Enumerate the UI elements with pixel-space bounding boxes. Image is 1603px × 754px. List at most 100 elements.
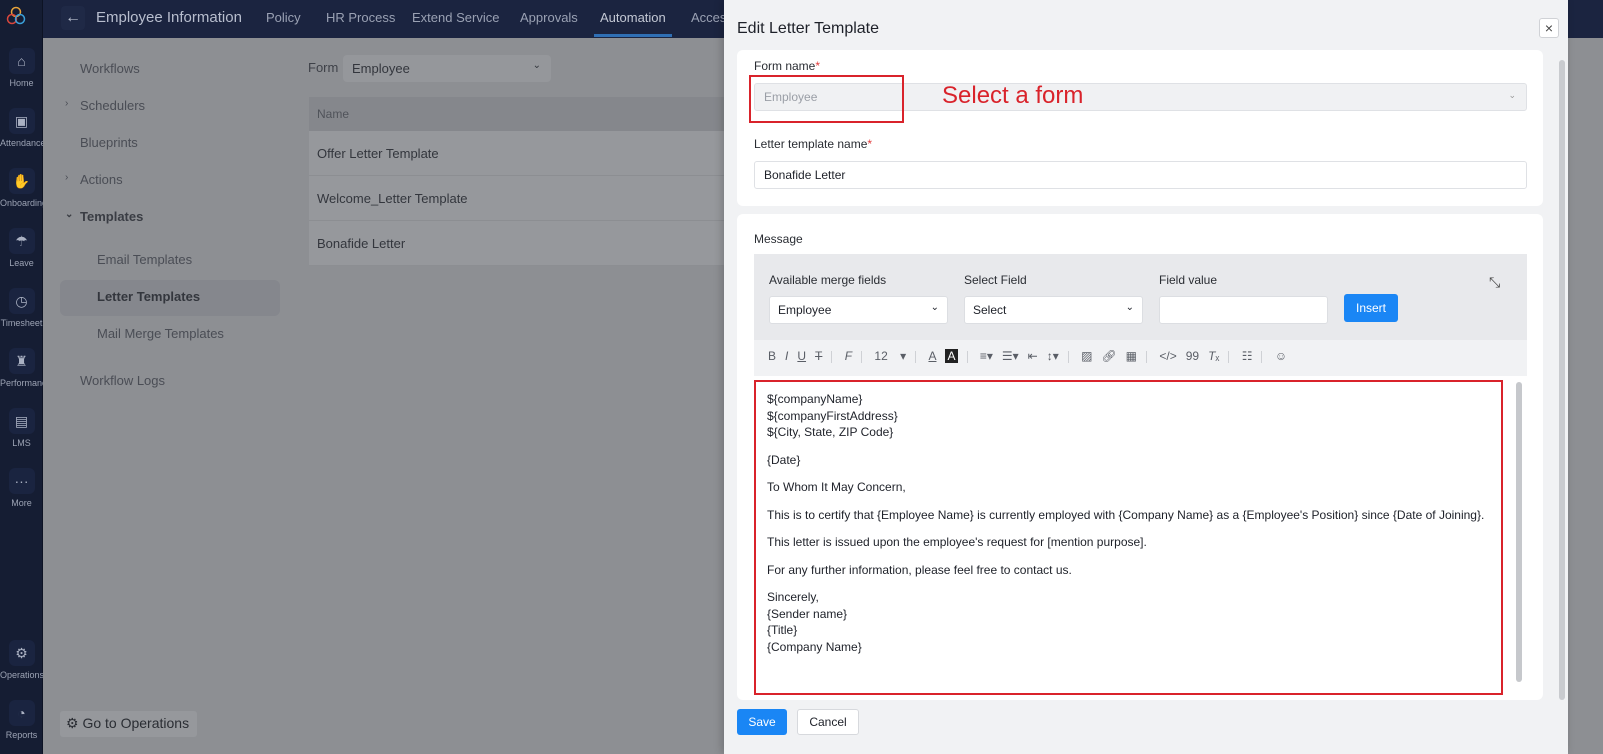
image-icon[interactable]: ▨ xyxy=(1081,349,1092,363)
go-to-operations-label: Go to Operations xyxy=(82,715,190,731)
tab-automation[interactable]: Automation xyxy=(600,10,666,25)
insert-button[interactable]: Insert xyxy=(1344,294,1398,322)
list-item[interactable]: Offer Letter Template xyxy=(309,131,729,176)
divider xyxy=(1146,350,1148,363)
select-field-select[interactable]: Select ⌄ xyxy=(964,296,1143,324)
quote-icon[interactable]: 99 xyxy=(1186,349,1199,363)
required-marker: * xyxy=(815,59,821,73)
rail-item-operations[interactable]: ⚙ Operations xyxy=(0,640,43,680)
rail-item-leave[interactable]: ☂ Leave xyxy=(0,228,43,268)
save-button[interactable]: Save xyxy=(737,709,787,735)
rail-item-onboarding[interactable]: ✋ Onboarding xyxy=(0,168,43,208)
label-text: Letter template name xyxy=(754,137,868,151)
close-icon[interactable]: × xyxy=(1539,18,1559,38)
form-select[interactable]: Employee ⌄ xyxy=(343,55,551,82)
nav-workflow-logs[interactable]: Workflow Logs xyxy=(80,373,165,388)
page-break-icon[interactable]: ☷ xyxy=(1242,349,1253,363)
message-label: Message xyxy=(754,232,803,246)
rail-item-label: LMS xyxy=(12,438,31,448)
font-size-select[interactable]: 12 ▾ xyxy=(874,349,906,363)
cancel-button[interactable]: Cancel xyxy=(797,709,859,735)
template-details-card: Form name* Employee ⌄ Letter template nam… xyxy=(737,50,1543,206)
letter-body-editor[interactable]: ${companyName} ${companyFirstAddress} ${Ci… xyxy=(754,380,1503,695)
nav-templates[interactable]: ⌄ Templates xyxy=(65,209,143,224)
editor-line: ${companyName} xyxy=(767,392,863,406)
nav-label: Blueprints xyxy=(80,135,138,150)
edit-letter-template-panel: Edit Letter Template × Form name* Employ… xyxy=(724,0,1568,754)
editor-line: ${City, State, ZIP Code} xyxy=(767,425,894,439)
rail-item-label: More xyxy=(11,498,32,508)
rail-item-reports[interactable]: ◔ Reports xyxy=(0,700,43,740)
editor-line: This letter is issued upon the employee'… xyxy=(767,535,1147,549)
template-list: Name Offer Letter Template Welcome_Lette… xyxy=(309,97,729,266)
tab-approvals[interactable]: Approvals xyxy=(520,10,578,25)
editor-toolbar: BIUT F 12 ▾ AA ≡▾ ☰▾ ⇤ ↕▾ ▨ 🔗︎ ▦ </> 99 Tₓ ☷ ☺ xyxy=(754,340,1527,376)
rail-item-label: Performance xyxy=(0,378,43,388)
scrollbar-thumb[interactable] xyxy=(1516,382,1522,682)
editor-line: Sincerely, xyxy=(767,590,819,604)
text-color-icon[interactable]: A xyxy=(928,349,936,363)
background-color-icon[interactable]: A xyxy=(945,349,958,363)
italic-icon[interactable]: I xyxy=(785,349,788,363)
tab-extend-service[interactable]: Extend Service xyxy=(412,10,499,25)
emoji-icon[interactable]: ☺ xyxy=(1275,349,1287,363)
umbrella-icon: ☂ xyxy=(8,228,35,254)
editor-scrollbar[interactable] xyxy=(1514,380,1524,690)
line-height-icon[interactable]: ↕▾ xyxy=(1047,349,1059,363)
list-item[interactable]: Bonafide Letter xyxy=(309,221,729,266)
tab-hr-process[interactable]: HR Process xyxy=(326,10,395,25)
editor-line: This is to certify that {Employee Name} … xyxy=(767,507,1485,522)
nav-email-templates[interactable]: Email Templates xyxy=(97,252,192,267)
font-family-icon[interactable]: F xyxy=(845,349,852,363)
annotation-text: Select a form xyxy=(942,82,1084,109)
more-icon: ··· xyxy=(8,468,35,494)
divider xyxy=(915,350,917,363)
rail-item-lms[interactable]: ▤ LMS xyxy=(0,408,43,448)
nav-letter-templates[interactable]: Letter Templates xyxy=(97,289,200,304)
clear-format-icon[interactable]: Tₓ xyxy=(1208,349,1219,363)
code-icon[interactable]: </> xyxy=(1159,349,1176,363)
field-value-label: Field value xyxy=(1159,273,1218,287)
tab-policy[interactable]: Policy xyxy=(266,10,301,25)
back-arrow-icon[interactable]: ← xyxy=(61,6,85,30)
bold-icon[interactable]: B xyxy=(768,349,776,363)
nav-schedulers[interactable]: › Schedulers xyxy=(65,98,145,113)
chevron-down-icon: ⌄ xyxy=(930,302,939,313)
chevron-right-icon: › xyxy=(65,98,69,109)
editor-line: {Company Name} xyxy=(767,639,862,654)
list-item[interactable]: Welcome_Letter Template xyxy=(309,176,729,221)
field-value-input[interactable] xyxy=(1159,296,1328,324)
go-to-operations-button[interactable]: ⚙ Go to Operations xyxy=(60,711,197,737)
app-logo-icon xyxy=(6,6,26,25)
required-marker: * xyxy=(867,137,873,151)
rail-item-more[interactable]: ··· More xyxy=(0,468,43,508)
underline-icon[interactable]: U xyxy=(797,349,806,363)
rail-item-timesheet[interactable]: ◷ Timesheet xyxy=(0,288,43,328)
panel-scrollbar[interactable] xyxy=(1559,60,1565,700)
column-header-name: Name xyxy=(309,97,729,131)
nav-mail-merge-templates[interactable]: Mail Merge Templates xyxy=(97,326,224,341)
rail-item-label: Leave xyxy=(9,258,34,268)
letter-template-name-input[interactable]: Bonafide Letter xyxy=(754,161,1527,189)
message-card: Message Available merge fields Employee ⌄… xyxy=(737,214,1543,700)
editor-line: {Sender name} xyxy=(767,606,848,621)
divider xyxy=(1228,350,1230,363)
indent-icon[interactable]: ⇤ xyxy=(1028,349,1038,363)
table-icon[interactable]: ▦ xyxy=(1126,349,1137,363)
link-icon[interactable]: 🔗︎ xyxy=(1101,349,1116,363)
merge-fields-select[interactable]: Employee ⌄ xyxy=(769,296,948,324)
collapse-icon[interactable]: ⤡ xyxy=(1489,274,1500,291)
select-field-label: Select Field xyxy=(964,273,1027,287)
lms-icon: ▤ xyxy=(8,408,35,434)
select-value: Select xyxy=(973,303,1007,317)
list-icon[interactable]: ☰▾ xyxy=(1002,349,1019,363)
nav-actions[interactable]: › Actions xyxy=(65,172,123,187)
editor-line: To Whom It May Concern, xyxy=(767,480,906,494)
nav-workflows[interactable]: Workflows xyxy=(80,61,140,76)
nav-blueprints[interactable]: Blueprints xyxy=(80,135,138,150)
rail-item-home[interactable]: ⌂ Home xyxy=(0,48,43,88)
align-icon[interactable]: ≡▾ xyxy=(980,349,993,363)
rail-item-attendance[interactable]: ▣ Attendance xyxy=(0,108,43,148)
strikethrough-icon[interactable]: T xyxy=(815,349,822,363)
rail-item-performance[interactable]: ♜ Performance xyxy=(0,348,43,388)
